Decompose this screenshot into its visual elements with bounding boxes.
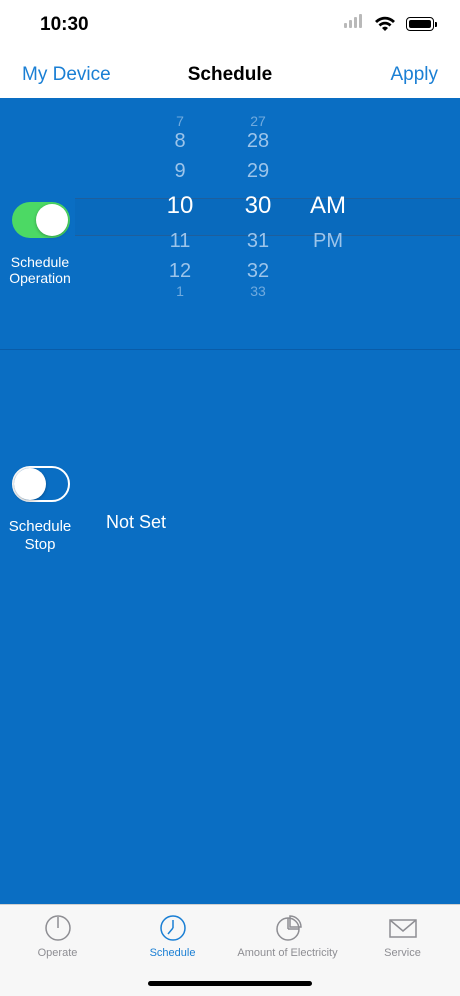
schedule-operation-label: Schedule Operation bbox=[0, 254, 80, 286]
minute-option[interactable]: 31 bbox=[228, 226, 288, 256]
minute-option[interactable]: 33 bbox=[228, 284, 288, 298]
ampm-spacer bbox=[298, 126, 358, 156]
schedule-operation-label-line1: Schedule bbox=[10, 254, 70, 270]
toggle-knob bbox=[14, 468, 46, 500]
envelope-icon bbox=[388, 913, 418, 943]
pie-chart-icon bbox=[273, 913, 303, 943]
home-indicator bbox=[148, 981, 312, 986]
schedule-stop-label: Schedule Stop bbox=[0, 518, 80, 554]
minute-selected[interactable]: 30 bbox=[228, 186, 288, 226]
minute-option[interactable]: 29 bbox=[228, 156, 288, 186]
status-time: 10:30 bbox=[40, 14, 89, 35]
schedule-stop-label-line1: Schedule bbox=[8, 518, 72, 535]
tab-operate-label: Operate bbox=[37, 947, 78, 959]
tab-amount-of-electricity-label: Amount of Electricity bbox=[237, 947, 338, 959]
schedule-operation-toggle[interactable] bbox=[12, 202, 70, 238]
tab-service[interactable]: Service bbox=[345, 913, 460, 959]
tab-schedule-label: Schedule bbox=[149, 947, 196, 959]
schedule-stop-toggle[interactable] bbox=[12, 466, 70, 502]
hour-option[interactable]: 1 bbox=[150, 284, 210, 298]
battery-icon bbox=[406, 16, 437, 31]
schedule-stop-label-line2: Stop bbox=[24, 536, 56, 553]
tab-amount-of-electricity[interactable]: Amount of Electricity bbox=[230, 913, 345, 959]
navigation-bar: My Device Schedule Apply bbox=[0, 50, 460, 98]
ampm-option[interactable]: PM bbox=[298, 226, 358, 256]
ampm-selected[interactable]: AM bbox=[298, 186, 358, 226]
minute-picker[interactable]: 27 28 29 30 31 32 33 bbox=[228, 114, 288, 298]
toggle-knob bbox=[36, 204, 68, 236]
ampm-spacer bbox=[298, 156, 358, 186]
schedule-operation-section: Schedule Operation 7 8 9 10 11 12 1 27 2… bbox=[0, 98, 460, 350]
hour-selected[interactable]: 10 bbox=[150, 186, 210, 226]
ampm-spacer bbox=[298, 116, 358, 126]
schedule-content: Schedule Operation 7 8 9 10 11 12 1 27 2… bbox=[0, 98, 460, 904]
tab-service-label: Service bbox=[384, 947, 421, 959]
minute-option[interactable]: 28 bbox=[228, 126, 288, 156]
status-bar: 10:30 bbox=[0, 0, 460, 50]
minute-option[interactable]: 32 bbox=[228, 256, 288, 286]
hour-option[interactable]: 12 bbox=[150, 256, 210, 286]
apply-button[interactable]: Apply bbox=[390, 64, 438, 86]
power-icon bbox=[43, 913, 73, 943]
status-icons bbox=[344, 14, 437, 33]
clock-icon bbox=[158, 913, 188, 943]
schedule-operation-label-line2: Operation bbox=[9, 270, 71, 286]
hour-picker[interactable]: 7 8 9 10 11 12 1 bbox=[150, 114, 210, 298]
hour-option[interactable]: 8 bbox=[150, 126, 210, 156]
minute-option[interactable]: 27 bbox=[228, 114, 288, 128]
signal-icon bbox=[344, 14, 364, 33]
ampm-picker[interactable]: AM PM bbox=[298, 116, 358, 256]
schedule-stop-value[interactable]: Not Set bbox=[106, 512, 166, 533]
wifi-icon bbox=[374, 15, 396, 33]
hour-option[interactable]: 9 bbox=[150, 156, 210, 186]
hour-option[interactable]: 7 bbox=[150, 114, 210, 128]
tab-operate[interactable]: Operate bbox=[0, 913, 115, 959]
tab-schedule[interactable]: Schedule bbox=[115, 913, 230, 959]
hour-option[interactable]: 11 bbox=[150, 226, 210, 256]
